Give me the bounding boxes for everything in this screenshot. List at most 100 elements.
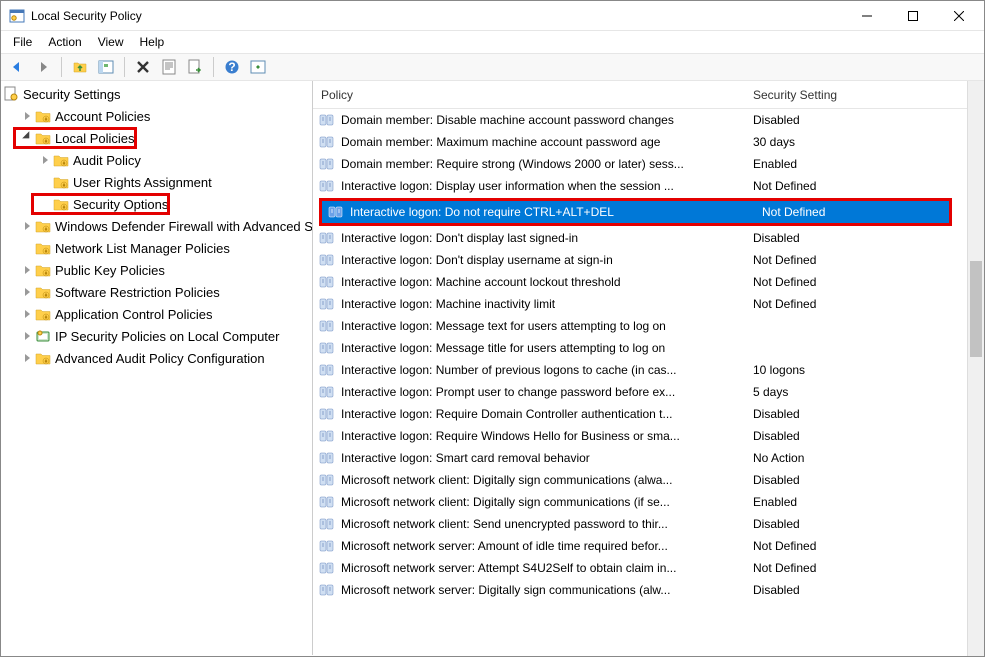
policy-setting: Disabled bbox=[745, 473, 984, 487]
svg-text:?: ? bbox=[228, 60, 235, 74]
policy-name: Interactive logon: Number of previous lo… bbox=[341, 363, 745, 377]
menu-file[interactable]: File bbox=[5, 33, 40, 51]
policy-icon bbox=[319, 428, 335, 444]
policy-row[interactable]: Microsoft network client: Digitally sign… bbox=[313, 491, 984, 513]
tree-node-security-options[interactable]: Security Options bbox=[1, 193, 312, 215]
export-list-button[interactable] bbox=[183, 55, 207, 79]
tree-node-network-list-manager-policies[interactable]: Network List Manager Policies bbox=[1, 237, 312, 259]
policy-row[interactable]: Domain member: Disable machine account p… bbox=[313, 109, 984, 131]
show-hide-tree-button[interactable] bbox=[94, 55, 118, 79]
tree-node-label: Application Control Policies bbox=[55, 307, 213, 322]
tree-caret[interactable] bbox=[19, 130, 35, 146]
policy-setting: Not Defined bbox=[745, 179, 984, 193]
scrollbar-thumb[interactable] bbox=[970, 261, 982, 357]
policy-name: Microsoft network server: Attempt S4U2Se… bbox=[341, 561, 745, 575]
policy-row[interactable]: Interactive logon: Don't display usernam… bbox=[313, 249, 984, 271]
tree-node-user-rights-assignment[interactable]: User Rights Assignment bbox=[1, 171, 312, 193]
policy-icon bbox=[319, 340, 335, 356]
policy-row[interactable]: Interactive logon: Machine account locko… bbox=[313, 271, 984, 293]
policy-setting: 5 days bbox=[745, 385, 984, 399]
column-header-policy[interactable]: Policy bbox=[313, 88, 745, 102]
folder-icon bbox=[35, 306, 51, 322]
tree-node-public-key-policies[interactable]: Public Key Policies bbox=[1, 259, 312, 281]
tree-node-audit-policy[interactable]: Audit Policy bbox=[1, 149, 312, 171]
policy-name: Domain member: Require strong (Windows 2… bbox=[341, 157, 745, 171]
menu-action[interactable]: Action bbox=[40, 33, 89, 51]
up-button[interactable] bbox=[68, 55, 92, 79]
policy-name: Microsoft network server: Digitally sign… bbox=[341, 583, 745, 597]
tree-node-application-control-policies[interactable]: Application Control Policies bbox=[1, 303, 312, 325]
column-header-setting[interactable]: Security Setting bbox=[745, 88, 984, 102]
tree-node-windows-defender-firewall-with-advanced-security[interactable]: Windows Defender Firewall with Advanced … bbox=[1, 215, 312, 237]
maximize-button[interactable] bbox=[890, 1, 936, 31]
policy-row[interactable]: Interactive logon: Message title for use… bbox=[313, 337, 984, 359]
tree-caret[interactable] bbox=[19, 328, 35, 344]
policy-name: Microsoft network client: Send unencrypt… bbox=[341, 517, 745, 531]
policy-row[interactable]: Domain member: Maximum machine account p… bbox=[313, 131, 984, 153]
help-button[interactable]: ? bbox=[220, 55, 244, 79]
policy-row[interactable]: Microsoft network server: Attempt S4U2Se… bbox=[313, 557, 984, 579]
tree-caret[interactable] bbox=[19, 218, 35, 234]
delete-button[interactable] bbox=[131, 55, 155, 79]
tree-root-label: Security Settings bbox=[23, 87, 121, 102]
menu-help[interactable]: Help bbox=[132, 33, 173, 51]
tree-node-ip-security-policies-on-local-computer[interactable]: IP Security Policies on Local Computer bbox=[1, 325, 312, 347]
tree-caret[interactable] bbox=[19, 284, 35, 300]
policy-row[interactable]: Interactive logon: Do not require CTRL+A… bbox=[322, 201, 949, 223]
policy-row[interactable]: Interactive logon: Display user informat… bbox=[313, 175, 984, 197]
policy-row[interactable]: Microsoft network client: Digitally sign… bbox=[313, 469, 984, 491]
folder-icon bbox=[53, 196, 69, 212]
policy-row[interactable]: Interactive logon: Number of previous lo… bbox=[313, 359, 984, 381]
policy-icon bbox=[319, 472, 335, 488]
refresh-button[interactable] bbox=[246, 55, 270, 79]
policy-row[interactable]: Interactive logon: Don't display last si… bbox=[313, 227, 984, 249]
menubar: File Action View Help bbox=[1, 31, 984, 53]
policy-name: Interactive logon: Message title for use… bbox=[341, 341, 745, 355]
policy-row[interactable]: Interactive logon: Smart card removal be… bbox=[313, 447, 984, 469]
policy-icon bbox=[319, 112, 335, 128]
tree-caret[interactable] bbox=[19, 306, 35, 322]
policy-row[interactable]: Microsoft network server: Digitally sign… bbox=[313, 579, 984, 601]
policy-setting: 30 days bbox=[745, 135, 984, 149]
tree-node-local-policies[interactable]: Local Policies bbox=[1, 127, 312, 149]
tree-node-software-restriction-policies[interactable]: Software Restriction Policies bbox=[1, 281, 312, 303]
tree-caret[interactable] bbox=[19, 108, 35, 124]
policy-row[interactable]: Interactive logon: Require Windows Hello… bbox=[313, 425, 984, 447]
folder-icon bbox=[35, 262, 51, 278]
window-title: Local Security Policy bbox=[31, 9, 844, 23]
list-panel[interactable]: Policy Security Setting Domain member: D… bbox=[313, 81, 984, 655]
policy-row[interactable]: Microsoft network client: Send unencrypt… bbox=[313, 513, 984, 535]
back-button[interactable] bbox=[5, 55, 29, 79]
close-button[interactable] bbox=[936, 1, 982, 31]
policy-row[interactable]: Interactive logon: Message text for user… bbox=[313, 315, 984, 337]
policy-icon bbox=[319, 274, 335, 290]
minimize-button[interactable] bbox=[844, 1, 890, 31]
vertical-scrollbar[interactable] bbox=[967, 81, 984, 656]
policy-name: Microsoft network client: Digitally sign… bbox=[341, 473, 745, 487]
policy-icon bbox=[319, 362, 335, 378]
policy-row[interactable]: Interactive logon: Prompt user to change… bbox=[313, 381, 984, 403]
tree-caret[interactable] bbox=[37, 152, 53, 168]
policy-icon bbox=[319, 230, 335, 246]
forward-button[interactable] bbox=[31, 55, 55, 79]
properties-button[interactable] bbox=[157, 55, 181, 79]
folder-icon bbox=[53, 152, 69, 168]
tree-node-label: Network List Manager Policies bbox=[55, 241, 230, 256]
policy-setting: Not Defined bbox=[754, 205, 949, 219]
menu-view[interactable]: View bbox=[90, 33, 132, 51]
policy-row[interactable]: Interactive logon: Require Domain Contro… bbox=[313, 403, 984, 425]
tree-caret[interactable] bbox=[19, 262, 35, 278]
tree-panel[interactable]: Security Settings Account PoliciesLocal … bbox=[1, 81, 313, 655]
policy-name: Interactive logon: Message text for user… bbox=[341, 319, 745, 333]
policy-setting: Disabled bbox=[745, 407, 984, 421]
policy-row[interactable]: Microsoft network server: Amount of idle… bbox=[313, 535, 984, 557]
tree-node-advanced-audit-policy-configuration[interactable]: Advanced Audit Policy Configuration bbox=[1, 347, 312, 369]
tree-node-label: Audit Policy bbox=[73, 153, 141, 168]
ipsec-icon bbox=[35, 328, 51, 344]
policy-row[interactable]: Domain member: Require strong (Windows 2… bbox=[313, 153, 984, 175]
policy-row[interactable]: Interactive logon: Machine inactivity li… bbox=[313, 293, 984, 315]
tree-caret[interactable] bbox=[19, 350, 35, 366]
tree-root[interactable]: Security Settings bbox=[1, 83, 312, 105]
tree-node-label: User Rights Assignment bbox=[73, 175, 212, 190]
tree-node-account-policies[interactable]: Account Policies bbox=[1, 105, 312, 127]
